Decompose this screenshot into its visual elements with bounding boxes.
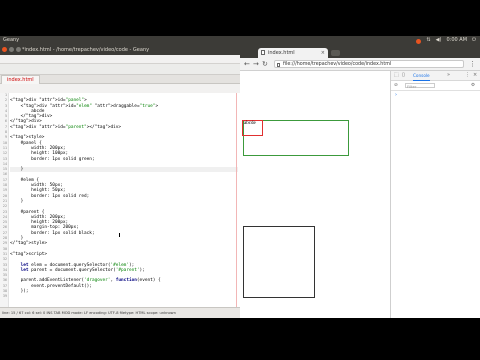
power-icon[interactable]: ⏻ bbox=[472, 36, 476, 45]
chrome-window: index.html × ← → ↻ file:///home/trepache… bbox=[240, 45, 480, 318]
device-toolbar-icon[interactable]: ▯ bbox=[402, 71, 405, 80]
parent-drop-box[interactable] bbox=[243, 226, 315, 298]
clear-console-icon[interactable]: ⊘ bbox=[394, 81, 398, 90]
console-prompt-icon[interactable]: › bbox=[395, 92, 397, 98]
network-icon[interactable]: ⇅ bbox=[426, 36, 430, 45]
close-devtools-icon[interactable]: × bbox=[473, 71, 477, 80]
chrome-menu-icon[interactable]: ⋮ bbox=[469, 59, 476, 69]
new-tab-button[interactable] bbox=[331, 50, 340, 56]
active-app-title: Geany bbox=[3, 37, 20, 43]
console-toolbar: ⊘ top Filter ⚙ bbox=[391, 81, 480, 91]
devtools-panel: ⬚ ▯ Console » ⋮ × ⊘ top Filter ⚙ › bbox=[390, 71, 480, 318]
inspect-icon[interactable]: ⬚ bbox=[394, 71, 399, 80]
long-line-marker bbox=[236, 93, 237, 307]
settings-icon[interactable] bbox=[416, 39, 422, 44]
browser-tab[interactable]: index.html × bbox=[258, 48, 328, 58]
clock[interactable]: 0:00 AM bbox=[446, 36, 467, 45]
line-number: 39 bbox=[2, 294, 7, 299]
browser-tab-title: index.html bbox=[268, 50, 295, 56]
maximize-window-button[interactable] bbox=[16, 47, 21, 52]
code-line[interactable] bbox=[10, 294, 238, 299]
close-tab-icon[interactable]: × bbox=[321, 48, 325, 58]
geany-window-title: *index.html - /home/trepachev/video/code… bbox=[22, 47, 150, 53]
code-editor[interactable]: 1 2 3 4 5 6 7 8 9 10 11 12 13 14 15 16 17 18 19 20 21 22 23 24 2… bbox=[0, 93, 240, 307]
window-controls bbox=[2, 47, 21, 52]
draggable-elem[interactable]: abcde bbox=[242, 120, 263, 136]
document-icon bbox=[261, 50, 265, 55]
console-filter-input[interactable]: Filter bbox=[405, 83, 435, 89]
address-bar[interactable]: file:///home/trepachev/video/code/index.… bbox=[274, 60, 464, 68]
devtools-tabbar: ⬚ ▯ Console » ⋮ × bbox=[391, 71, 480, 81]
reload-icon[interactable]: ↻ bbox=[262, 59, 268, 69]
close-window-button[interactable] bbox=[2, 47, 7, 52]
tab-index-html[interactable]: index.html bbox=[1, 75, 40, 84]
geany-statusbar: line: 15 / 67 col: 6 sel: 0 INS TAB MOD … bbox=[0, 307, 240, 318]
tab-console[interactable]: Console bbox=[413, 71, 430, 81]
volume-icon[interactable]: ◀) bbox=[436, 36, 442, 45]
back-arrow-icon[interactable]: ← bbox=[244, 59, 250, 69]
page-info-icon[interactable] bbox=[277, 63, 280, 67]
text-cursor bbox=[119, 233, 120, 237]
chrome-toolbar: ← → ↻ file:///home/trepachev/video/code/… bbox=[240, 58, 480, 71]
chrome-tabstrip: index.html × bbox=[240, 45, 480, 58]
console-settings-icon[interactable]: ⚙ bbox=[471, 81, 475, 90]
address-bar-url: file:///home/trepachev/video/code/index.… bbox=[283, 62, 392, 67]
system-tray: ⇅ ◀) 0:00 AM ⏻ bbox=[416, 36, 476, 45]
ubuntu-top-panel: Geany ⇅ ◀) 0:00 AM ⏻ bbox=[0, 36, 480, 45]
forward-arrow-icon[interactable]: → bbox=[253, 59, 259, 69]
minimize-window-button[interactable] bbox=[9, 47, 14, 52]
geany-toolbar[interactable] bbox=[0, 64, 240, 75]
devtools-menu-icon[interactable]: ⋮ bbox=[465, 71, 470, 80]
page-viewport: abcde bbox=[240, 71, 390, 318]
line-number-gutter: 1 2 3 4 5 6 7 8 9 10 11 12 13 14 15 16 17 18 19 20 21 22 23 24 2… bbox=[0, 93, 9, 307]
screen: Geany ⇅ ◀) 0:00 AM ⏻ *index.html - /home… bbox=[0, 36, 480, 318]
geany-titlebar: *index.html - /home/trepachev/video/code… bbox=[0, 45, 240, 55]
more-tabs-icon[interactable]: » bbox=[447, 71, 450, 80]
geany-window: *index.html - /home/trepachev/video/code… bbox=[0, 45, 240, 318]
geany-tabbar: index.html bbox=[0, 75, 240, 84]
geany-menubar[interactable] bbox=[0, 55, 240, 64]
code-area[interactable]: <"tag">div "attr">id="panel"> <"tag">div… bbox=[10, 93, 238, 307]
